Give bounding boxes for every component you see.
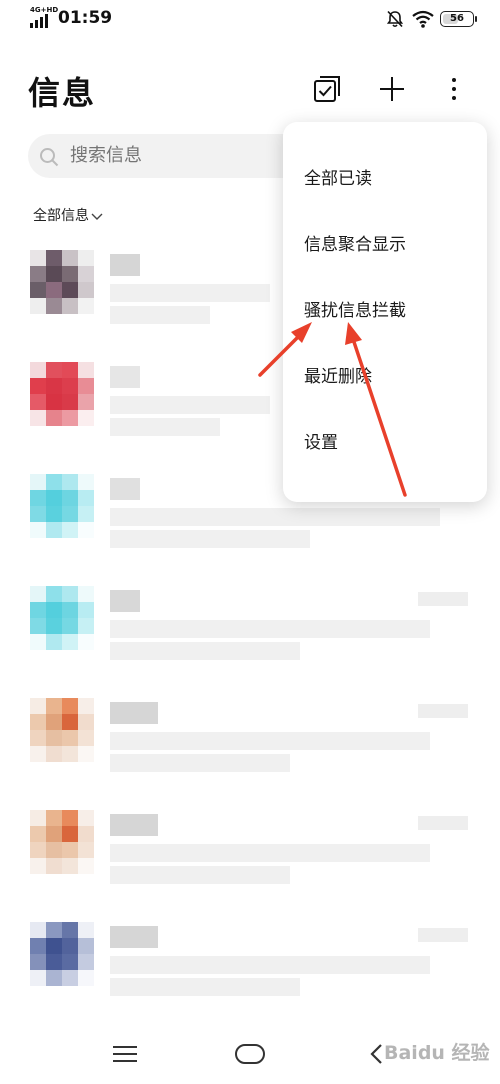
menu-item-recently-deleted[interactable]: 最近删除 (283, 344, 487, 410)
search-input[interactable] (70, 134, 310, 178)
signal-icon (30, 14, 50, 28)
avatar (30, 922, 94, 986)
back-icon[interactable] (368, 1042, 384, 1066)
battery-percent: 56 (450, 13, 464, 24)
navigation-bar: Baidu 经验 (0, 1028, 500, 1084)
avatar (30, 474, 94, 538)
conversation-item[interactable] (0, 698, 500, 808)
add-icon[interactable] (377, 74, 407, 104)
menu-item-settings[interactable]: 设置 (283, 410, 487, 476)
avatar (30, 250, 94, 314)
status-bar: 4G+HD 01:59 56 (0, 0, 500, 40)
menu-item-spam-blocking[interactable]: 骚扰信息拦截 (283, 278, 487, 344)
search-icon (40, 148, 59, 167)
avatar (30, 586, 94, 650)
more-options-icon[interactable] (445, 74, 463, 104)
avatar (30, 362, 94, 426)
page-title: 信息 (28, 74, 97, 112)
avatar (30, 810, 94, 874)
recent-apps-icon[interactable] (112, 1044, 138, 1064)
menu-item-mark-all-read[interactable]: 全部已读 (283, 146, 487, 212)
wifi-icon (412, 10, 434, 28)
avatar (30, 698, 94, 762)
watermark: Baidu 经验 (384, 1042, 490, 1064)
menu-item-aggregate-display[interactable]: 信息聚合显示 (283, 212, 487, 278)
conversation-item[interactable] (0, 922, 500, 1032)
filter-dropdown[interactable]: 全部信息 (33, 205, 103, 225)
filter-label: 全部信息 (33, 208, 89, 224)
conversation-item[interactable] (0, 586, 500, 696)
conversation-item[interactable] (0, 810, 500, 920)
overflow-menu: 全部已读 信息聚合显示 骚扰信息拦截 最近删除 设置 (283, 122, 487, 502)
network-type: 4G+HD (30, 6, 59, 14)
chevron-down-icon (91, 213, 103, 220)
battery-icon: 56 (440, 11, 477, 27)
status-time: 01:59 (58, 8, 113, 28)
home-icon[interactable] (235, 1044, 265, 1064)
bell-off-icon (386, 10, 404, 28)
multi-select-icon[interactable] (312, 74, 342, 104)
